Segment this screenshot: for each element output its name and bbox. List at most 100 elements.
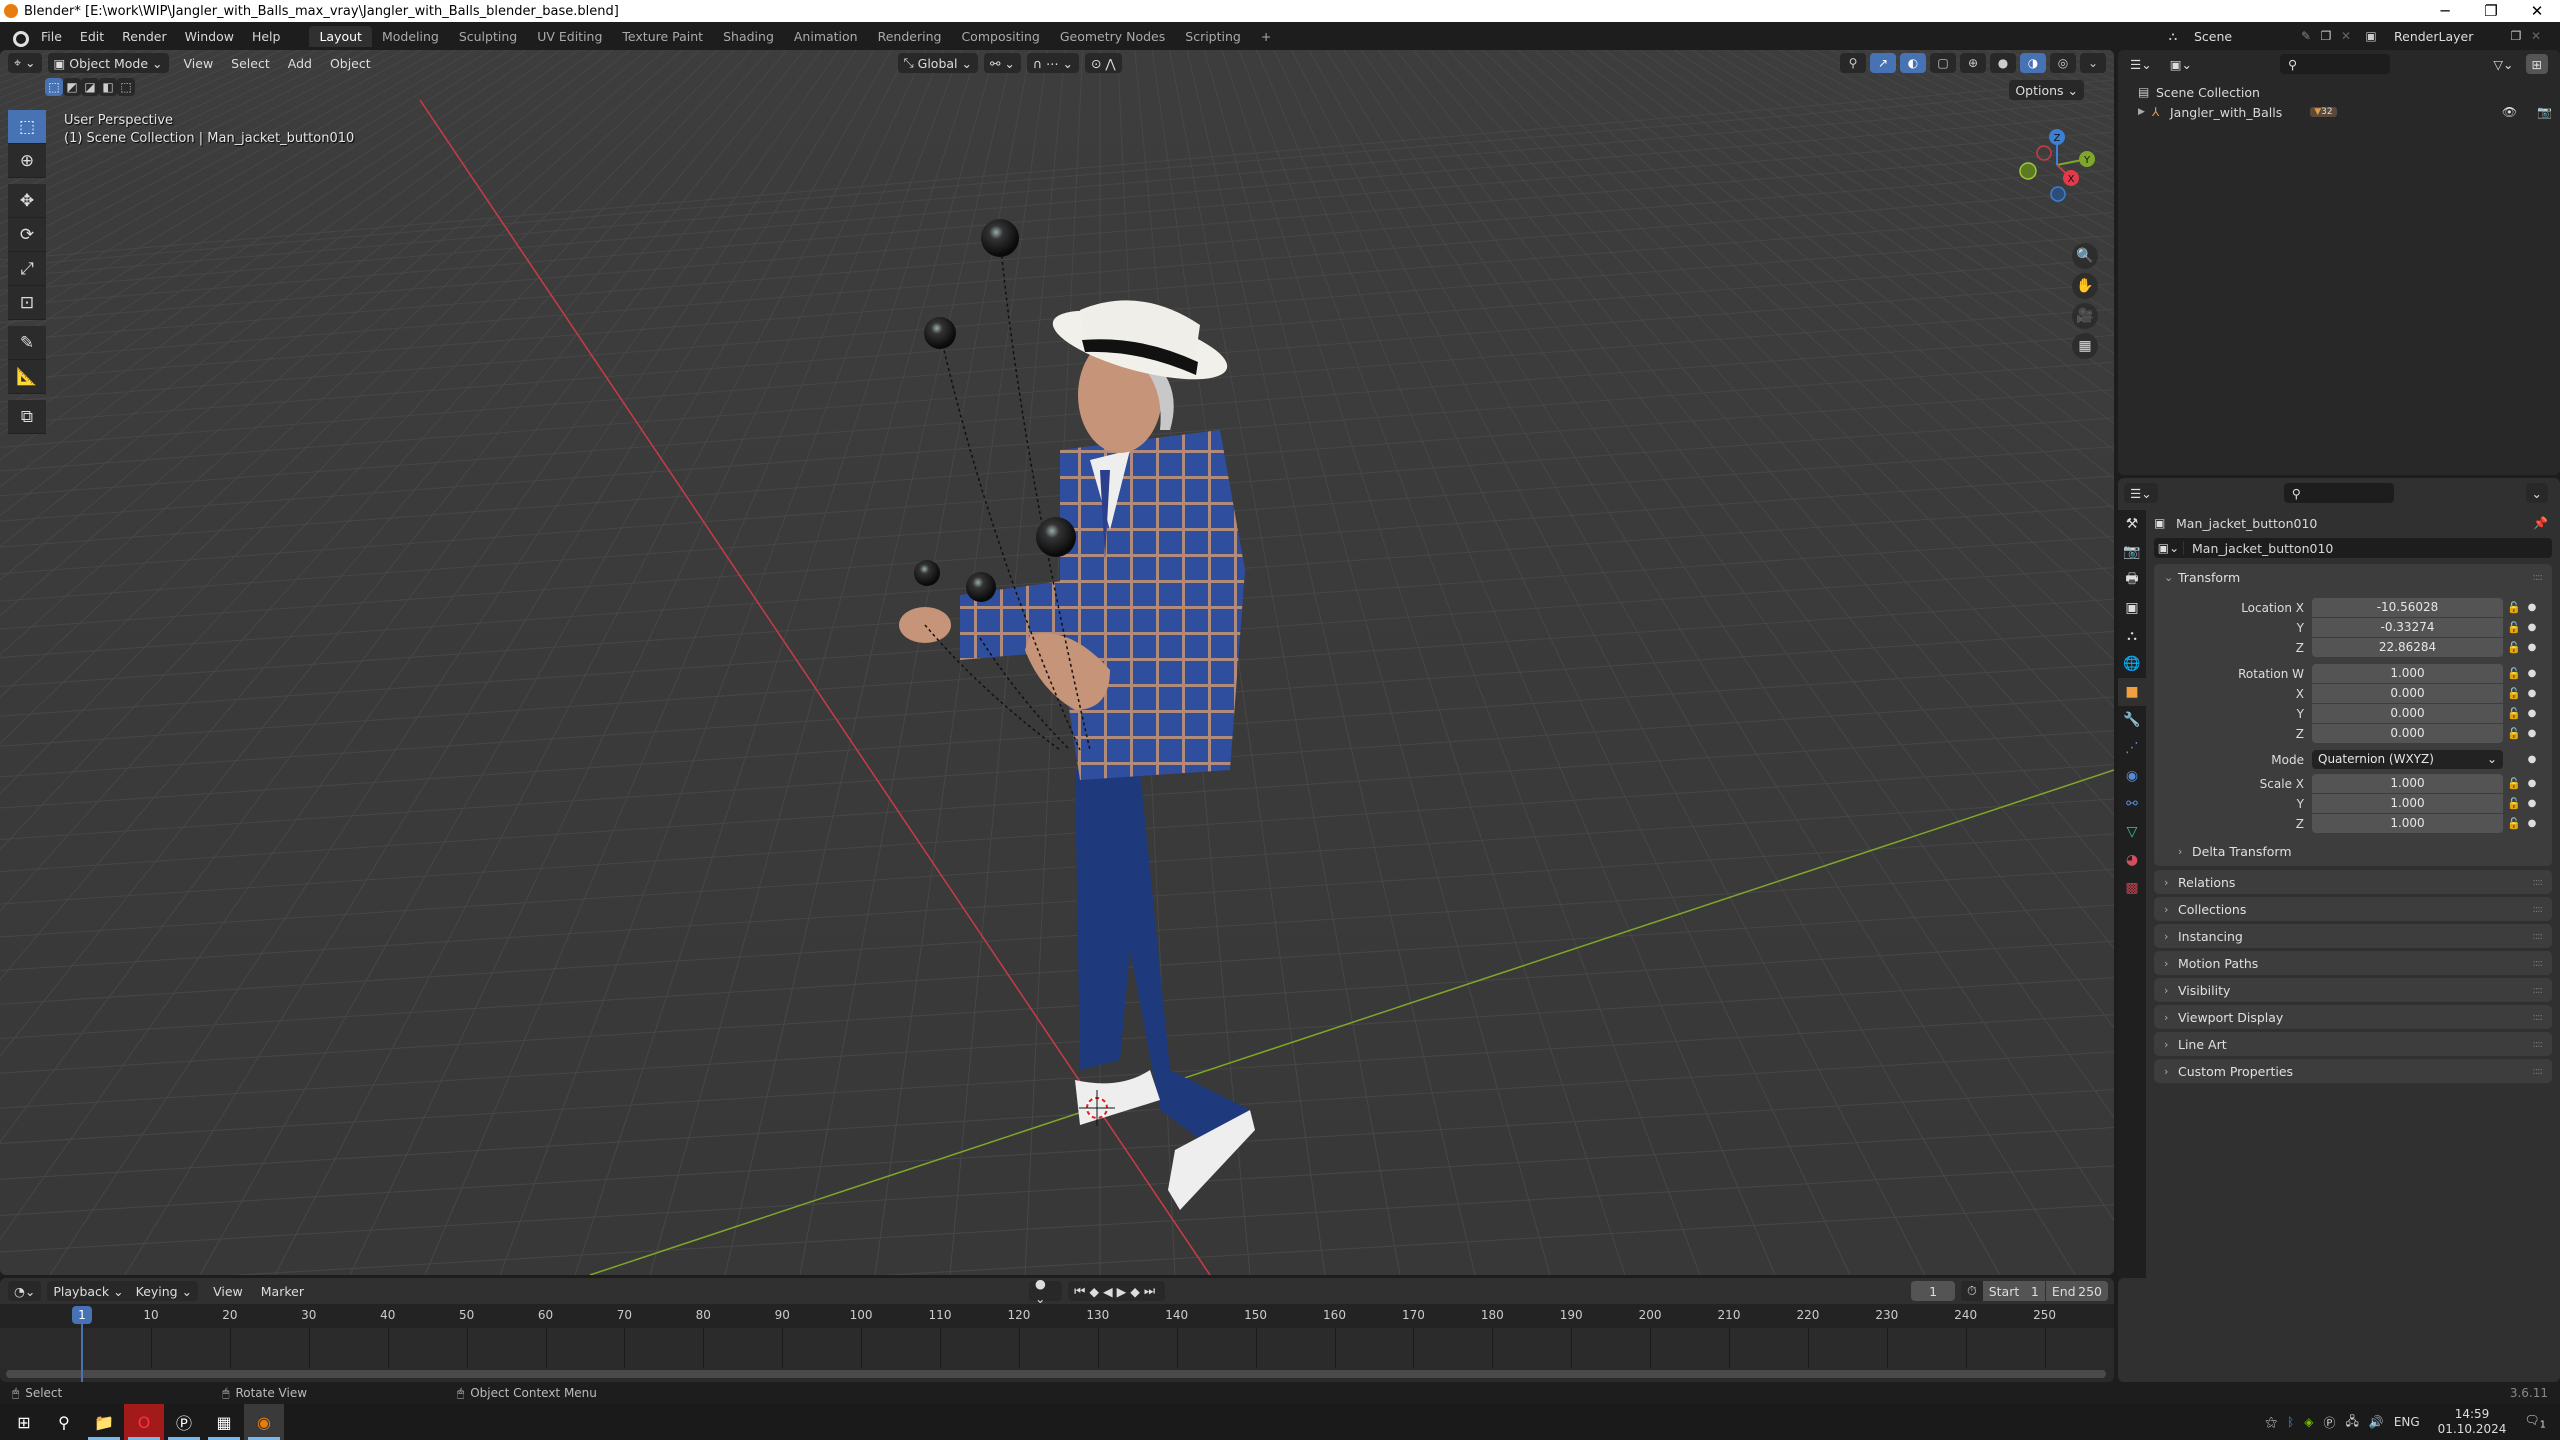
snap-toggle[interactable]: ∩ ⋯ ⌄ [1026, 53, 1079, 73]
scale-y-field[interactable]: 1.000 [2312, 794, 2503, 813]
playhead-frame-indicator[interactable]: 1 [72, 1306, 92, 1324]
outliner-search-input[interactable]: ⚲ [2279, 54, 2390, 74]
scale-z-field[interactable]: 1.000 [2312, 814, 2503, 833]
data-tab-icon[interactable]: ▽ [2118, 818, 2146, 846]
overlay-toggle-icon[interactable]: ◐ [1900, 53, 1926, 73]
next-keyframe-icon[interactable]: ◆ [1130, 1284, 1144, 1299]
measure-tool-icon[interactable]: 📐 [8, 360, 46, 394]
texture-tab-icon[interactable]: ▩ [2118, 874, 2146, 902]
keyframe-dot-icon[interactable]: ● [2525, 708, 2539, 719]
pan-view-icon[interactable]: ✋ [2072, 273, 2098, 299]
close-button[interactable]: ✕ [2514, 0, 2560, 22]
mode-dropdown[interactable]: ▣ Object Mode ⌄ [47, 53, 169, 73]
nvidia-icon[interactable]: ◈ [2304, 1415, 2313, 1429]
navigation-gizmo[interactable]: Z Y X 🔍 ✋ 🎥 ▦ [1994, 115, 2114, 359]
pivot-point-dropdown[interactable]: ⚯ ⌄ [983, 53, 1021, 73]
opera-browser-icon[interactable]: O [124, 1404, 164, 1440]
menu-render[interactable]: Render [113, 29, 176, 44]
viewport-scene[interactable] [0, 50, 2114, 1275]
pin-icon[interactable]: ✎ [2296, 29, 2316, 43]
outliner-editor-type-button[interactable]: ☰⌄ [2124, 54, 2158, 74]
shading-wireframe-icon[interactable]: ⊕ [1960, 53, 1986, 73]
notifications-icon[interactable]: 🗨1 [2524, 1413, 2546, 1430]
modifier-tab-icon[interactable]: 🔧 [2118, 706, 2146, 734]
keyframe-dot-icon[interactable]: ● [2525, 728, 2539, 739]
playback-dropdown[interactable]: Playback ⌄ [47, 1281, 130, 1301]
auto-keying-toggle[interactable]: ● ⌄ [1028, 1278, 1063, 1306]
minimize-button[interactable]: ─ [2422, 0, 2468, 22]
rotation-y-field[interactable]: 0.000 [2312, 704, 2503, 723]
display-mode-dropdown[interactable]: ▣⌄ [2163, 54, 2198, 74]
keyframe-dot-icon[interactable]: ● [2525, 622, 2539, 633]
timeline-track-area[interactable] [0, 1328, 2114, 1368]
current-frame-field[interactable]: 1 [1911, 1281, 1955, 1301]
child-count-badge[interactable]: ▼32 [2310, 107, 2337, 117]
menu-select[interactable]: Select [222, 56, 279, 71]
delete-view-layer-icon[interactable]: ✕ [2526, 29, 2546, 43]
ortho-toggle-icon[interactable]: ▦ [2072, 333, 2098, 359]
menu-edit[interactable]: Edit [71, 29, 113, 44]
bluetooth-icon[interactable]: ᛒ [2287, 1415, 2294, 1429]
select-invert-icon[interactable]: ◧ [99, 78, 117, 96]
shading-options-icon[interactable]: ⌄ [2080, 53, 2106, 73]
3d-viewport[interactable]: ⌖ ⌄ ▣ Object Mode ⌄ View Select Add Obje… [0, 50, 2114, 1275]
tab-layout[interactable]: Layout [309, 25, 372, 47]
rotation-z-field[interactable]: 0.000 [2312, 724, 2503, 743]
p-app-icon[interactable]: Ⓟ [164, 1404, 204, 1440]
tab-shading[interactable]: Shading [713, 26, 784, 47]
menu-view[interactable]: View [175, 56, 223, 71]
tab-rendering[interactable]: Rendering [868, 26, 952, 47]
scene-collection-row[interactable]: ▤ Scene Collection [2138, 82, 2260, 102]
new-scene-icon[interactable]: ❐ [2316, 29, 2336, 43]
juggling-ball[interactable] [981, 219, 1019, 257]
material-tab-icon[interactable]: ◕ [2118, 846, 2146, 874]
drag-grip-icon[interactable]: :::: [2533, 877, 2544, 888]
view-layer-tab-icon[interactable]: ▣ [2118, 594, 2146, 622]
prev-keyframe-icon[interactable]: ◆ [1089, 1284, 1103, 1299]
language-indicator[interactable]: ENG [2394, 1415, 2420, 1429]
select-new-icon[interactable]: ⬚ [45, 78, 63, 96]
section-line-art[interactable]: › Line Art:::: [2154, 1032, 2552, 1056]
tab-texture-paint[interactable]: Texture Paint [612, 26, 713, 47]
tab-modeling[interactable]: Modeling [372, 26, 449, 47]
section-motion-paths[interactable]: › Motion Paths:::: [2154, 951, 2552, 975]
properties-editor-type-button[interactable]: ☰⌄ [2124, 483, 2158, 503]
output-tab-icon[interactable]: 🖶 [2118, 566, 2146, 594]
lock-icon[interactable]: 🔓 [2503, 797, 2525, 810]
particles-tab-icon[interactable]: ⋰ [2118, 734, 2146, 762]
visibility-eye-icon[interactable]: 👁 [2502, 105, 2517, 119]
blender-menu-icon[interactable] [10, 28, 29, 47]
select-intersect-icon[interactable]: ⬚ [117, 78, 135, 96]
physics-tab-icon[interactable]: ◉ [2118, 762, 2146, 790]
section-visibility[interactable]: › Visibility:::: [2154, 978, 2552, 1002]
tab-animation[interactable]: Animation [784, 26, 868, 47]
tool-tab-icon[interactable]: ⚒ [2118, 510, 2146, 538]
drag-grip-icon[interactable]: :::: [2533, 1039, 2544, 1050]
volume-icon[interactable]: 🔊 [2369, 1415, 2384, 1429]
scale-x-field[interactable]: 1.000 [2312, 774, 2503, 793]
lock-icon[interactable]: 🔓 [2503, 777, 2525, 790]
object-tab-icon[interactable]: ■ [2118, 678, 2146, 706]
section-collections[interactable]: › Collections:::: [2154, 897, 2552, 921]
menu-window[interactable]: Window [176, 29, 243, 44]
rotation-mode-dropdown[interactable]: Quaternion (WXYZ) ⌄ [2312, 750, 2503, 769]
lock-icon[interactable]: 🔓 [2503, 601, 2525, 614]
lock-icon[interactable]: 🔓 [2503, 687, 2525, 700]
timeline-menu-marker[interactable]: Marker [252, 1284, 313, 1299]
xray-toggle-icon[interactable]: ▢ [1930, 53, 1956, 73]
keyframe-dot-icon[interactable]: ● [2525, 642, 2539, 653]
cursor-tool-icon[interactable]: ⊕ [8, 144, 46, 178]
add-cube-tool-icon[interactable]: ⧉ [8, 400, 46, 434]
timeline-menu-view[interactable]: View [204, 1284, 252, 1299]
rotation-x-field[interactable]: 0.000 [2312, 684, 2503, 703]
juggling-ball[interactable] [966, 572, 996, 602]
play-reverse-icon[interactable]: ◀ [1103, 1284, 1117, 1299]
menu-file[interactable]: File [32, 29, 71, 44]
tray-app-icon[interactable]: ⚝ [2265, 1415, 2277, 1430]
app-icon[interactable]: ▦ [204, 1404, 244, 1440]
location-y-field[interactable]: -0.33274 [2312, 618, 2503, 637]
editor-type-button[interactable]: ⌖ ⌄ [8, 53, 42, 73]
select-subtract-icon[interactable]: ◪ [81, 78, 99, 96]
keying-dropdown[interactable]: Keying ⌄ [129, 1281, 199, 1301]
play-icon[interactable]: ▶ [1117, 1284, 1131, 1299]
